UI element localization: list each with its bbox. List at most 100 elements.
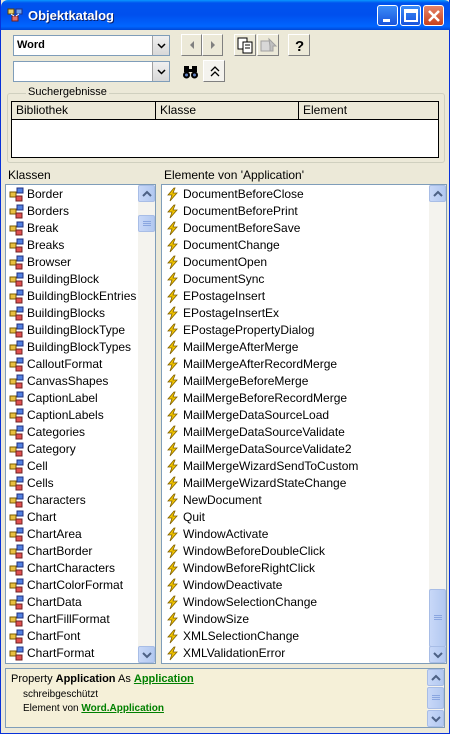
class-list-item[interactable]: ChartColorFormat bbox=[6, 577, 138, 594]
title-bar[interactable]: Objektkatalog bbox=[1, 0, 450, 30]
member-list-item[interactable]: MailMergeWizardStateChange bbox=[162, 475, 429, 492]
maximize-button[interactable] bbox=[400, 5, 421, 26]
member-list-item[interactable]: WindowSelectionChange bbox=[162, 594, 429, 611]
search-combo[interactable] bbox=[13, 61, 170, 82]
member-list-item[interactable]: WindowDeactivate bbox=[162, 577, 429, 594]
class-list-item[interactable]: Cells bbox=[6, 475, 138, 492]
details-scroll-down[interactable] bbox=[427, 710, 444, 727]
member-list-item[interactable]: MailMergeWizardSendToCustom bbox=[162, 458, 429, 475]
search-results-list[interactable]: Bibliothek Klasse Element bbox=[11, 101, 439, 158]
members-scroll-thumb[interactable] bbox=[429, 589, 446, 647]
library-combo-dropdown[interactable] bbox=[152, 36, 169, 55]
member-list-item[interactable]: DocumentSync bbox=[162, 271, 429, 288]
class-list-item[interactable]: Browser bbox=[6, 254, 138, 271]
copy-button[interactable] bbox=[234, 34, 256, 56]
class-list-item[interactable]: Break bbox=[6, 220, 138, 237]
classes-scroll-thumb[interactable] bbox=[138, 215, 155, 232]
member-list-item[interactable]: Quit bbox=[162, 509, 429, 526]
class-list-item[interactable]: ChartArea bbox=[6, 526, 138, 543]
member-list-item[interactable]: EPostageInsert bbox=[162, 288, 429, 305]
member-list-item[interactable]: MailMergeAfterMerge bbox=[162, 339, 429, 356]
members-scrollbar[interactable] bbox=[429, 185, 446, 663]
help-button[interactable]: ? bbox=[288, 34, 310, 56]
class-list-item[interactable]: ChartFont bbox=[6, 628, 138, 645]
member-list-item[interactable]: WindowActivate bbox=[162, 526, 429, 543]
column-header-library[interactable]: Bibliothek bbox=[12, 102, 156, 120]
class-list-item[interactable]: BuildingBlocks bbox=[6, 305, 138, 322]
member-list-item[interactable]: XMLSelectionChange bbox=[162, 628, 429, 645]
close-button[interactable] bbox=[423, 5, 444, 26]
members-scroll-up[interactable] bbox=[429, 185, 446, 202]
member-list-item[interactable]: WindowSize bbox=[162, 611, 429, 628]
class-list-item[interactable]: Cell bbox=[6, 458, 138, 475]
forward-button[interactable] bbox=[202, 34, 223, 56]
member-list-item[interactable]: EPostageInsertEx bbox=[162, 305, 429, 322]
member-list-item[interactable]: MailMergeDataSourceLoad bbox=[162, 407, 429, 424]
column-header-element[interactable]: Element bbox=[299, 102, 438, 120]
class-list-item[interactable]: Chart bbox=[6, 509, 138, 526]
classes-scrollbar[interactable] bbox=[138, 185, 155, 663]
back-button[interactable] bbox=[181, 34, 202, 56]
details-scroll-up[interactable] bbox=[427, 669, 444, 686]
members-list[interactable]: XMLValidationError XMLSelectionChange Wind… bbox=[161, 184, 447, 664]
class-list-item[interactable]: BuildingBlockTypes bbox=[6, 339, 138, 356]
member-list-item[interactable]: DocumentBeforePrint bbox=[162, 203, 429, 220]
class-list-item-label: Characters bbox=[27, 493, 86, 507]
class-list-item[interactable]: Categories bbox=[6, 424, 138, 441]
member-list-item[interactable]: XMLValidationError bbox=[162, 645, 429, 662]
class-icon bbox=[9, 544, 24, 559]
class-list-item[interactable]: Category bbox=[6, 441, 138, 458]
class-list-item[interactable]: BuildingBlockEntries bbox=[6, 288, 138, 305]
search-combo-dropdown[interactable] bbox=[152, 62, 169, 81]
scroll-down-arrow-icon bbox=[142, 652, 152, 659]
class-list-item[interactable]: Borders bbox=[6, 203, 138, 220]
member-list-item-label: DocumentSync bbox=[183, 272, 265, 286]
members-scroll-down[interactable] bbox=[429, 646, 446, 663]
class-list-item[interactable]: Border bbox=[6, 186, 138, 203]
view-definition-button[interactable] bbox=[257, 34, 279, 56]
toggle-search-results-button[interactable] bbox=[203, 60, 225, 82]
minimize-button[interactable] bbox=[377, 5, 398, 26]
class-list-item[interactable]: Breaks bbox=[6, 237, 138, 254]
member-list-item[interactable]: DocumentBeforeSave bbox=[162, 220, 429, 237]
member-list-item[interactable]: MailMergeBeforeRecordMerge bbox=[162, 390, 429, 407]
search-button[interactable] bbox=[179, 60, 201, 82]
class-list-item[interactable]: ChartData bbox=[6, 594, 138, 611]
class-list-item[interactable]: BuildingBlockType bbox=[6, 322, 138, 339]
member-list-item[interactable]: NewDocument bbox=[162, 492, 429, 509]
class-list-item[interactable]: CaptionLabels bbox=[6, 407, 138, 424]
event-icon bbox=[167, 510, 178, 525]
member-list-item[interactable]: MailMergeAfterRecordMerge bbox=[162, 356, 429, 373]
member-list-item-label: DocumentChange bbox=[183, 238, 280, 252]
class-list-item[interactable]: CanvasShapes bbox=[6, 373, 138, 390]
class-list-item[interactable]: CaptionLabel bbox=[6, 390, 138, 407]
class-list-item[interactable]: ChartFillFormat bbox=[6, 611, 138, 628]
details-scrollbar[interactable] bbox=[427, 669, 444, 727]
member-list-item[interactable]: DocumentBeforeClose bbox=[162, 186, 429, 203]
member-list-item[interactable]: MailMergeDataSourceValidate bbox=[162, 424, 429, 441]
details-type-link[interactable]: Application bbox=[134, 673, 194, 685]
details-member-of-link[interactable]: Word.Application bbox=[81, 703, 164, 714]
event-icon bbox=[167, 187, 178, 202]
member-list-item[interactable]: WindowBeforeDoubleClick bbox=[162, 543, 429, 560]
details-scroll-thumb[interactable] bbox=[427, 687, 444, 709]
class-list-item[interactable]: BuildingBlock bbox=[6, 271, 138, 288]
member-list-item[interactable]: DocumentOpen bbox=[162, 254, 429, 271]
event-icon bbox=[167, 255, 178, 270]
member-list-item[interactable]: DocumentChange bbox=[162, 237, 429, 254]
class-list-item[interactable]: ChartCharacters bbox=[6, 560, 138, 577]
member-list-item[interactable]: MailMergeDataSourceValidate2 bbox=[162, 441, 429, 458]
member-list-item[interactable]: MailMergeBeforeMerge bbox=[162, 373, 429, 390]
library-combo[interactable]: Word bbox=[13, 35, 170, 56]
classes-scroll-down[interactable] bbox=[138, 646, 155, 663]
classes-list[interactable]: ChartFormat ChartFont ChartFillFormat Chart… bbox=[5, 184, 156, 664]
member-list-item[interactable]: EPostagePropertyDialog bbox=[162, 322, 429, 339]
class-list-item[interactable]: ChartFormat bbox=[6, 645, 138, 662]
member-list-item-label: WindowBeforeDoubleClick bbox=[183, 544, 326, 558]
member-list-item[interactable]: WindowBeforeRightClick bbox=[162, 560, 429, 577]
class-list-item[interactable]: CalloutFormat bbox=[6, 356, 138, 373]
classes-scroll-up[interactable] bbox=[138, 185, 155, 202]
class-list-item[interactable]: Characters bbox=[6, 492, 138, 509]
column-header-class[interactable]: Klasse bbox=[156, 102, 299, 120]
class-list-item[interactable]: ChartBorder bbox=[6, 543, 138, 560]
